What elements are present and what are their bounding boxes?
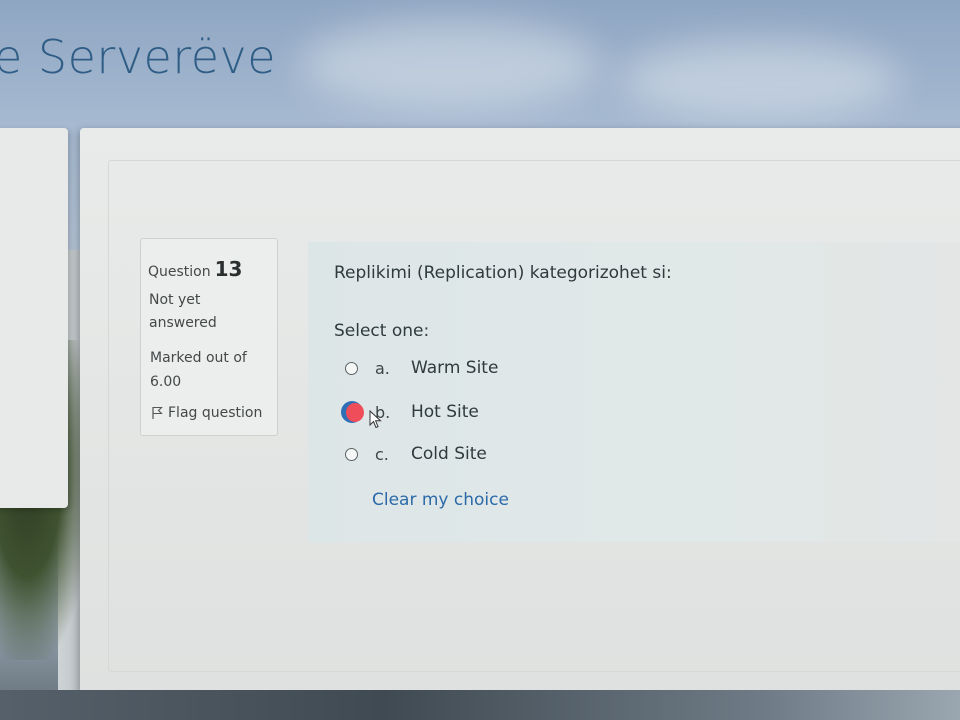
radio-button-c[interactable] — [345, 447, 358, 461]
answer-option-c[interactable]: c. Cold Site — [345, 444, 487, 464]
flag-question-label: Flag question — [168, 405, 263, 421]
select-one-prompt: Select one: — [334, 321, 430, 341]
question-text: Replikimi (Replication) kategorizohet si… — [334, 263, 672, 283]
option-label: Hot Site — [411, 402, 479, 422]
option-label: Cold Site — [411, 444, 487, 464]
clear-my-choice-link[interactable]: Clear my choice — [372, 490, 509, 510]
option-letter: a. — [375, 358, 390, 378]
background-cloud — [620, 40, 900, 120]
option-letter: c. — [375, 444, 389, 464]
flag-icon — [151, 406, 163, 420]
background-cloud — [300, 20, 600, 110]
question-number: 13 — [214, 257, 243, 281]
radio-button-a[interactable] — [345, 361, 358, 375]
answer-option-b[interactable]: b. Hot Site — [341, 401, 479, 423]
question-grade: Marked out of 6.00 — [150, 350, 247, 390]
flag-question-link[interactable]: Flag question — [151, 405, 262, 421]
question-state: Not yet answered — [149, 292, 217, 331]
left-side-panel — [0, 128, 68, 508]
site-title: e Serverëve — [0, 30, 277, 84]
background-bottom — [0, 690, 960, 720]
question-info-box: Question 13 Not yet answered Marked out o… — [140, 238, 278, 436]
mouse-pointer-icon — [369, 409, 383, 434]
answer-option-a[interactable]: a. Warm Site — [345, 358, 498, 378]
radio-button-b-selected[interactable] — [341, 401, 364, 423]
question-word: Question — [148, 264, 211, 280]
option-label: Warm Site — [411, 358, 499, 378]
question-number-label: Question 13 — [148, 257, 242, 281]
